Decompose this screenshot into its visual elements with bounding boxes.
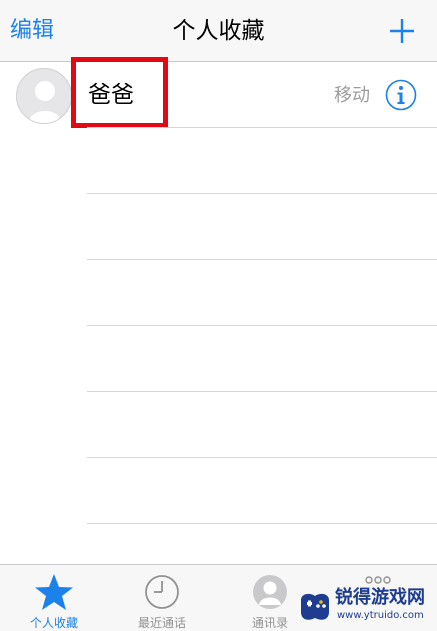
tab-bar: 个人收藏 最近通话 通讯录 锐得游戏网 www.ytruido.com xyxy=(0,564,437,631)
plus-icon xyxy=(390,19,414,43)
clock-icon xyxy=(145,575,179,609)
contact-icon xyxy=(253,575,287,609)
add-favorite-button[interactable] xyxy=(387,16,417,46)
tab-favorites[interactable]: 个人收藏 xyxy=(0,565,108,631)
watermark-url: www.ytruido.com xyxy=(337,610,424,621)
highlight-annotation-box xyxy=(71,57,168,128)
watermark-title: 锐得游戏网 xyxy=(335,587,425,608)
favorite-row[interactable]: 爸爸 移动 xyxy=(0,57,437,128)
site-watermark: 锐得游戏网 www.ytruido.com xyxy=(295,583,433,629)
info-icon xyxy=(385,79,417,111)
tab-recents[interactable]: 最近通话 xyxy=(108,565,216,631)
row-separator xyxy=(87,523,437,524)
tab-label: 个人收藏 xyxy=(29,616,78,630)
default-avatar-icon xyxy=(16,68,72,124)
phone-type-label: 移动 xyxy=(334,85,370,106)
page-title: 个人收藏 xyxy=(172,18,265,44)
tab-label: 最近通话 xyxy=(137,616,186,630)
watermark-logo-icon xyxy=(301,593,329,620)
row-separator xyxy=(87,259,437,260)
navigation-bar: 编辑 个人收藏 xyxy=(0,0,437,62)
row-separator xyxy=(87,457,437,458)
row-separator xyxy=(87,127,437,128)
star-icon xyxy=(35,574,73,610)
row-separator xyxy=(87,391,437,392)
row-separator xyxy=(87,193,437,194)
row-separator xyxy=(87,325,437,326)
favorites-screen: 编辑 个人收藏 爸爸 移动 个人收藏 最近通话 通讯录 锐得游戏网 www.yt… xyxy=(0,0,437,631)
contact-info-button[interactable] xyxy=(385,79,417,111)
